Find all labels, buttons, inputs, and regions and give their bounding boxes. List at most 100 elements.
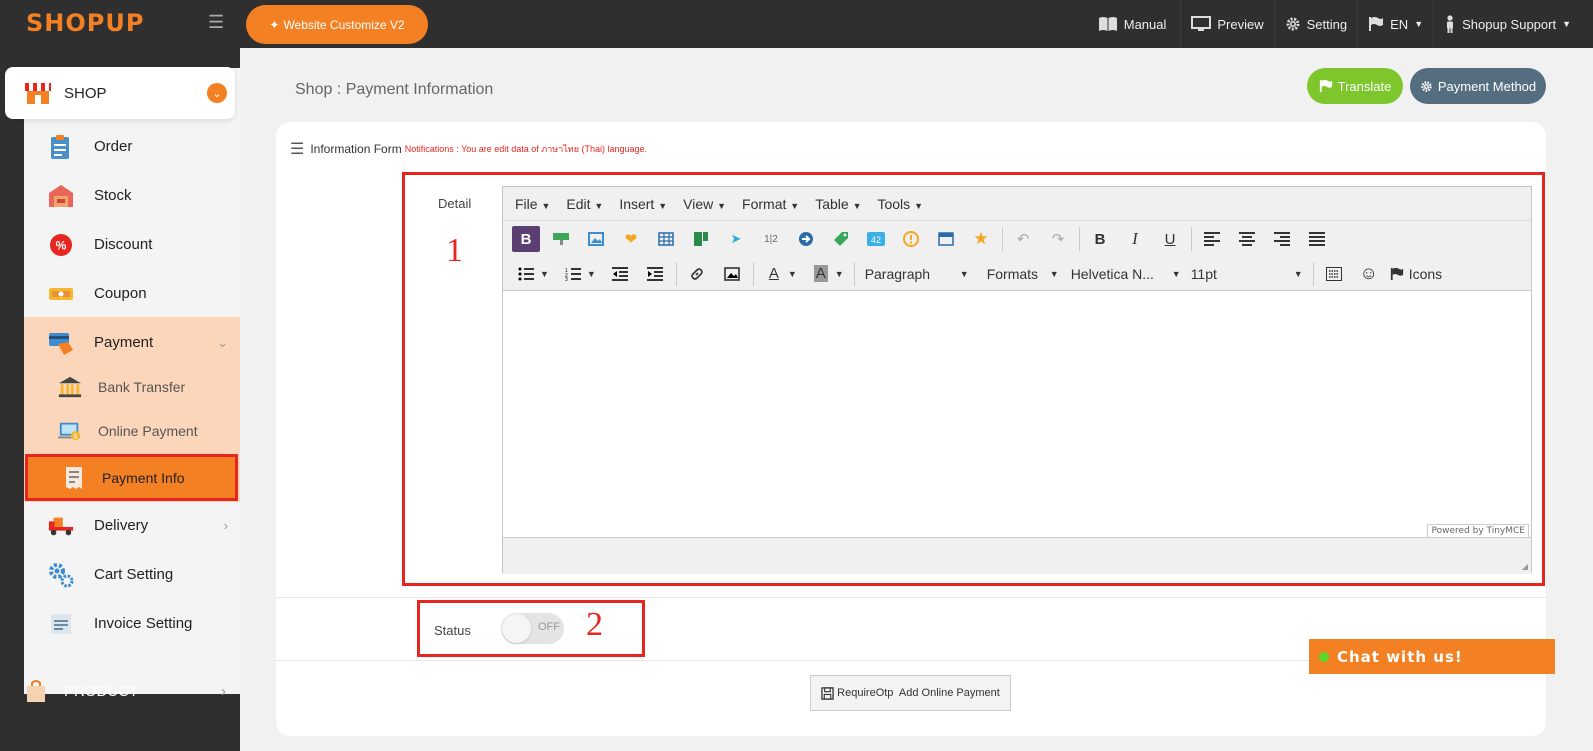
sidebar-product-header[interactable]: PRODUCT ›: [0, 667, 240, 715]
language-dropdown[interactable]: EN ▼: [1357, 0, 1433, 48]
align-center-icon[interactable]: [1233, 226, 1261, 252]
numbered-list-icon[interactable]: 123: [559, 261, 587, 287]
user-label: Shopup Support: [1462, 16, 1557, 32]
align-justify-icon[interactable]: [1303, 226, 1331, 252]
sidebar-item-delivery[interactable]: Delivery ›: [24, 501, 240, 550]
font-size-label: 11pt: [1190, 265, 1217, 282]
font-size-dropdown[interactable]: 11pt ▼: [1191, 266, 1303, 282]
setting-link[interactable]: Setting: [1273, 0, 1357, 48]
website-customize-button[interactable]: ✦ Website Customize V2: [246, 5, 428, 44]
text-color-icon[interactable]: A: [760, 261, 788, 287]
sidebar-shop-header[interactable]: SHOP ⌄: [5, 67, 235, 119]
translate-label: Translate: [1337, 78, 1392, 94]
link-icon[interactable]: [683, 261, 711, 287]
editor-menu-edit[interactable]: Edit ▼: [558, 196, 611, 212]
editor-menu-view[interactable]: View ▼: [675, 196, 734, 212]
editor-menu-tools[interactable]: Tools ▼: [869, 196, 931, 212]
translate-button[interactable]: Translate: [1307, 68, 1403, 104]
undo-icon[interactable]: ↶: [1009, 226, 1037, 252]
paragraph-dropdown[interactable]: Paragraph ▼: [865, 266, 969, 282]
layout-icon[interactable]: [687, 226, 715, 252]
pagination-icon[interactable]: 1|2: [757, 226, 785, 252]
star-icon[interactable]: ★: [967, 226, 995, 252]
form-header: ☰ Information Form Notifications : You a…: [290, 139, 647, 159]
icons-button[interactable]: Icons: [1390, 266, 1442, 282]
caret-down-icon[interactable]: ▼: [587, 269, 596, 279]
button-icon[interactable]: [547, 226, 575, 252]
manual-link[interactable]: Manual: [1088, 0, 1181, 48]
caret-down-icon: ▼: [541, 200, 551, 211]
sidebar-item-stock[interactable]: Stock: [24, 171, 240, 220]
flag-icon: [1390, 267, 1403, 280]
payment-method-button[interactable]: Payment Method: [1410, 68, 1546, 104]
hamburger-menu-icon[interactable]: ☰: [208, 12, 224, 33]
sidebar-subitem-payment-info[interactable]: Payment Info: [25, 454, 238, 501]
caret-down-icon: ▼: [1562, 19, 1571, 29]
align-right-icon[interactable]: [1268, 226, 1296, 252]
keyboard-icon[interactable]: [1320, 261, 1348, 287]
shopup-logo[interactable]: SHOPUP: [26, 9, 144, 37]
store-icon: [25, 83, 51, 104]
sidebar-item-label: Invoice Setting: [94, 615, 193, 632]
badge-icon[interactable]: 42: [862, 226, 890, 252]
formats-label: Formats: [986, 265, 1039, 282]
caret-down-icon[interactable]: ▼: [835, 269, 844, 279]
redo-icon[interactable]: ↷: [1044, 226, 1072, 252]
preview-link[interactable]: Preview: [1180, 0, 1273, 48]
status-toggle-knob[interactable]: [502, 614, 531, 643]
arrow-right-circle-icon[interactable]: [792, 226, 820, 252]
insert-image-icon[interactable]: [718, 261, 746, 287]
editor-menu-insert[interactable]: Insert ▼: [611, 196, 675, 212]
caret-down-icon: ▼: [959, 268, 969, 279]
floppy-disk-icon: [821, 686, 834, 700]
image-icon[interactable]: [582, 226, 610, 252]
alert-icon[interactable]: [897, 226, 925, 252]
breadcrumb-icon[interactable]: ➤: [722, 226, 750, 252]
formats-dropdown[interactable]: Formats ▼: [987, 266, 1059, 282]
user-dropdown[interactable]: Shopup Support ▼: [1433, 0, 1593, 48]
chat-widget[interactable]: Chat with us!: [1309, 639, 1555, 674]
table-grid-icon[interactable]: [652, 226, 680, 252]
background-color-icon[interactable]: A: [807, 261, 835, 287]
chevron-right-icon: ›: [223, 518, 228, 533]
chat-label: Chat with us!: [1337, 647, 1463, 666]
panel-icon[interactable]: [932, 226, 960, 252]
sidebar-item-order[interactable]: Order: [24, 122, 240, 171]
sidebar-subitem-online-payment[interactable]: $ Online Payment: [24, 409, 240, 453]
sidebar-item-discount[interactable]: % Discount: [24, 220, 240, 269]
editor-menu-format[interactable]: Format ▼: [734, 196, 807, 212]
save-button[interactable]: RequireOtp Add Online Payment: [810, 675, 1011, 711]
chevron-down-icon[interactable]: ⌄: [207, 83, 227, 103]
caret-down-icon: ▼: [790, 200, 800, 211]
bullet-list-icon[interactable]: [512, 261, 540, 287]
sidebar-item-invoice-setting[interactable]: Invoice Setting: [24, 599, 240, 648]
bootstrap-bold-icon[interactable]: B: [512, 226, 540, 252]
bold-icon[interactable]: B: [1086, 226, 1114, 252]
page-title: Shop : Payment Information: [295, 81, 494, 98]
editor-menu-file[interactable]: File ▼: [507, 196, 558, 212]
magic-wand-icon: ✦: [269, 17, 280, 32]
indent-icon[interactable]: [641, 261, 669, 287]
tag-icon[interactable]: [827, 226, 855, 252]
editor-content-area[interactable]: Powered by TinyMCE: [503, 291, 1531, 537]
heart-icon[interactable]: ❤: [617, 226, 645, 252]
italic-icon[interactable]: I: [1121, 226, 1149, 252]
toolbar-separator: [1079, 227, 1080, 251]
underline-icon[interactable]: U: [1156, 226, 1184, 252]
editor-menu-table[interactable]: Table ▼: [807, 196, 869, 212]
caret-down-icon[interactable]: ▼: [540, 269, 549, 279]
font-family-dropdown[interactable]: Helvetica N... ▼: [1071, 266, 1181, 282]
sidebar-item-label: Cart Setting: [94, 566, 174, 583]
sidebar-item-payment[interactable]: Payment ⌄: [24, 318, 240, 367]
sidebar-subitem-bank-transfer[interactable]: Bank Transfer: [24, 365, 240, 409]
tinymce-branding[interactable]: Powered by TinyMCE: [1427, 524, 1529, 537]
sidebar-item-coupon[interactable]: Coupon: [24, 269, 240, 318]
sidebar-item-cart-setting[interactable]: Cart Setting: [24, 550, 240, 599]
caret-down-icon[interactable]: ▼: [788, 269, 797, 279]
align-left-icon[interactable]: [1198, 226, 1226, 252]
resize-handle-icon[interactable]: ◢: [1522, 562, 1528, 571]
svg-text:%: %: [56, 238, 67, 252]
emoticon-icon[interactable]: ☺: [1355, 261, 1383, 287]
outdent-icon[interactable]: [606, 261, 634, 287]
caret-down-icon: ▼: [1171, 268, 1181, 279]
